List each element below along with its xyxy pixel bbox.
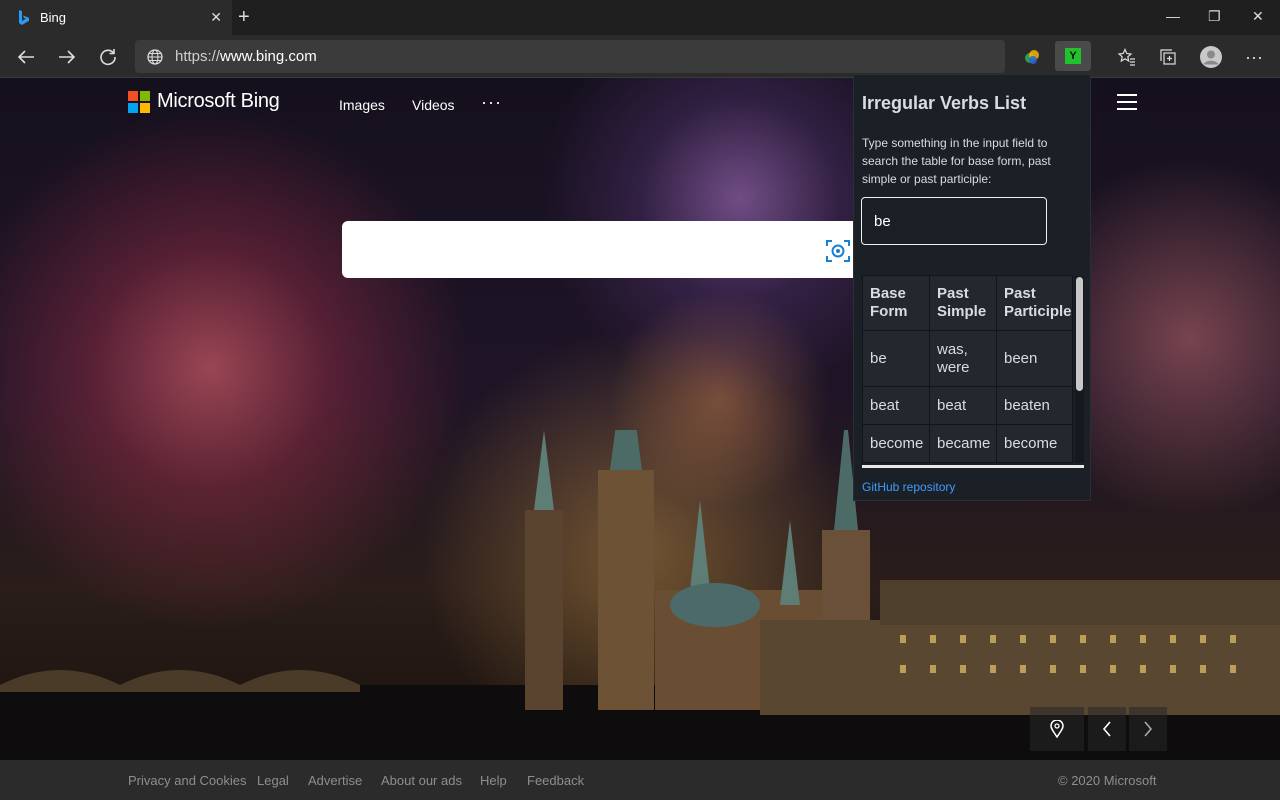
chevron-left-icon (1102, 721, 1111, 737)
minimize-icon[interactable]: — (1166, 7, 1180, 25)
logo-square-yellow (140, 102, 150, 113)
extension-colorful-icon[interactable] (1018, 43, 1046, 71)
search-input[interactable] (342, 221, 862, 278)
verbs-table: Base Form Past Simple Past Participle be… (862, 275, 1073, 463)
tab-title: Bing (40, 10, 67, 25)
footer-advertise-link[interactable]: Advertise (308, 773, 362, 788)
cell-base-form: be (862, 330, 930, 387)
back-icon[interactable] (13, 44, 39, 70)
table-header-row: Base Form Past Simple Past Participle (862, 275, 1073, 331)
table-row: become became become (862, 424, 1073, 463)
logo-text: Microsoft Bing (157, 90, 280, 112)
popup-description: Type something in the input field to sea… (862, 136, 1051, 186)
menu-icon[interactable] (1117, 94, 1137, 110)
visual-search-icon[interactable] (825, 238, 851, 264)
browser-tab[interactable]: Bing ✕ (0, 0, 232, 35)
window-close-icon[interactable]: ✕ (1252, 7, 1264, 25)
footer-help-link[interactable]: Help (480, 773, 507, 788)
nav-videos[interactable]: Videos (412, 97, 455, 113)
cell-base-form: become (862, 424, 930, 463)
refresh-icon[interactable] (95, 44, 121, 70)
bing-favicon-icon (19, 9, 29, 25)
new-tab-icon[interactable]: + (238, 6, 250, 28)
restore-icon[interactable]: ❐ (1208, 7, 1221, 25)
chevron-right-icon (1144, 721, 1153, 737)
copyright-text: © 2020 Microsoft (1058, 773, 1157, 788)
verb-search-input[interactable] (861, 197, 1047, 245)
footer-privacy-link[interactable]: Privacy and Cookies (128, 773, 247, 788)
address-bar[interactable]: https://www.bing.com (135, 40, 1005, 73)
cell-past-simple: beat (929, 386, 997, 425)
settings-more-icon[interactable]: ··· (1240, 43, 1268, 71)
irregular-verbs-popup: Irregular Verbs List Type something in t… (853, 74, 1091, 501)
page-footer: Privacy and Cookies Legal Advertise Abou… (0, 760, 1280, 800)
url-text: https://www.bing.com (175, 48, 317, 65)
next-image-button[interactable] (1129, 707, 1167, 751)
popup-title: Irregular Verbs List (862, 93, 1027, 113)
github-repository-link[interactable]: GitHub repository (862, 480, 955, 494)
footer-about-ads-link[interactable]: About our ads (381, 773, 462, 788)
table-row: beat beat beaten (862, 386, 1073, 425)
footer-feedback-link[interactable]: Feedback (527, 773, 584, 788)
globe-icon (147, 48, 163, 65)
cell-past-participle: beaten (996, 386, 1073, 425)
header-base-form: Base Form (862, 275, 930, 331)
cell-past-simple: was, were (929, 330, 997, 387)
nav-images[interactable]: Images (339, 97, 385, 113)
table-row: be was, were been (862, 330, 1073, 387)
location-button[interactable] (1030, 707, 1084, 751)
cell-past-participle: become (996, 424, 1073, 463)
table-scrollbar-thumb[interactable] (1076, 277, 1083, 391)
cell-past-participle: been (996, 330, 1073, 387)
logo-square-green (140, 90, 150, 101)
logo-square-red (128, 90, 138, 101)
cell-base-form: beat (862, 386, 930, 425)
favorites-icon[interactable] (1113, 43, 1141, 71)
bing-logo[interactable]: Microsoft Bing (128, 90, 280, 113)
collections-icon[interactable] (1154, 43, 1182, 71)
footer-legal-link[interactable]: Legal (257, 773, 289, 788)
browser-titlebar: Bing ✕ + — ❐ ✕ (0, 0, 1280, 35)
header-past-participle: Past Participle (996, 275, 1073, 331)
tab-close-icon[interactable]: ✕ (210, 9, 222, 25)
header-past-simple: Past Simple (929, 275, 997, 331)
more-nav-icon[interactable]: ··· (481, 92, 502, 113)
logo-square-blue (128, 102, 138, 113)
irregular-verbs-extension-button[interactable]: Y (1055, 41, 1091, 71)
previous-image-button[interactable] (1088, 707, 1126, 751)
cell-past-simple: became (929, 424, 997, 463)
verbs-table-container[interactable]: Base Form Past Simple Past Participle be… (862, 275, 1084, 468)
profile-avatar-icon[interactable] (1197, 43, 1225, 71)
extension-y-icon: Y (1065, 48, 1081, 64)
browser-toolbar: https://www.bing.com Y ··· (0, 35, 1280, 78)
location-pin-icon (1050, 720, 1064, 738)
microsoft-logo-icon (128, 90, 150, 113)
forward-icon[interactable] (54, 44, 80, 70)
